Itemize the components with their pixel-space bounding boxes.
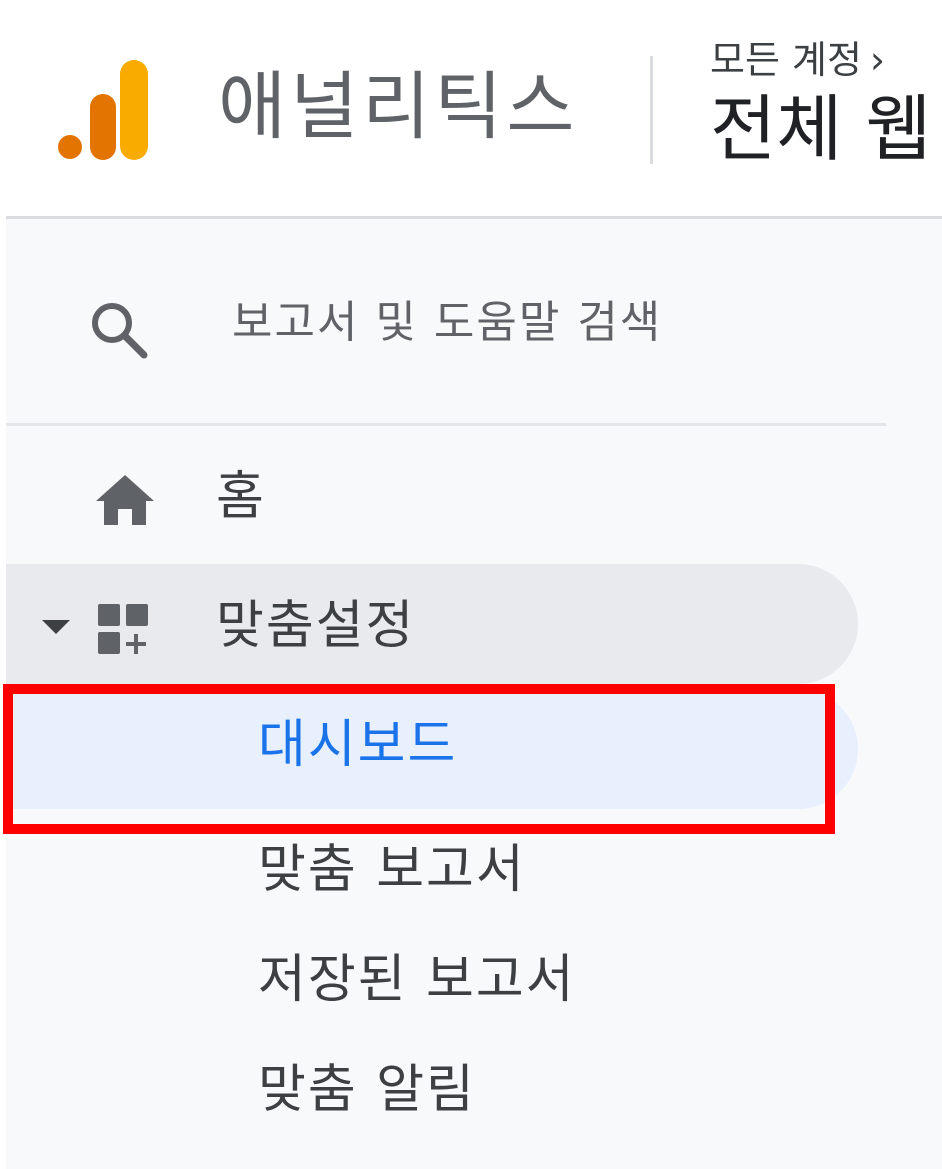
sidebar-subitem-custom-alerts[interactable]: 맞춤 알림 [6,1034,858,1138]
sidebar-subitem-label: 맞춤 알림 [258,1060,476,1120]
breadcrumb-all-accounts[interactable]: 모든 계정 [710,38,862,82]
sidebar-subitem-saved-reports[interactable]: 저장된 보고서 [6,924,858,1028]
sidebar-subitem-label: 맞춤 보고서 [258,840,526,900]
home-icon [96,475,154,525]
caret-down-icon[interactable] [40,618,72,636]
sidebar-subitem-label: 대시보드 [258,715,458,775]
dashboard-add-icon [98,604,148,654]
sidebar-item-home[interactable]: 홈 [6,437,858,557]
app-name: 애널리틱스 [218,64,579,150]
header-divider [650,56,653,164]
analytics-bar-logo-icon[interactable] [56,58,150,162]
search-icon [92,303,148,359]
sidebar-divider [6,423,886,426]
app-header: 애널리틱스 모든 계정 › 전체 웹 [0,0,942,216]
sidebar-subitem-dashboard[interactable]: 대시보드 [6,689,858,809]
breadcrumb[interactable]: 모든 계정 › [710,38,885,82]
search-placeholder[interactable]: 보고서 및 도움말 검색 [232,295,662,351]
chevron-right-icon: › [869,38,886,82]
sidebar-search[interactable]: 보고서 및 도움말 검색 [6,219,886,423]
sidebar-subitem-custom-reports[interactable]: 맞춤 보고서 [6,814,858,918]
property-selector[interactable]: 전체 웹 [710,84,932,174]
sidebar: 보고서 및 도움말 검색 홈 맞춤설정 대시보드 맞춤 보고서 저장된 보고서 … [6,219,942,1169]
sidebar-item-label: 홈 [216,467,266,527]
sidebar-subitem-label: 저장된 보고서 [258,950,576,1010]
sidebar-item-label: 맞춤설정 [216,596,416,656]
sidebar-item-customization[interactable]: 맞춤설정 [6,564,858,684]
